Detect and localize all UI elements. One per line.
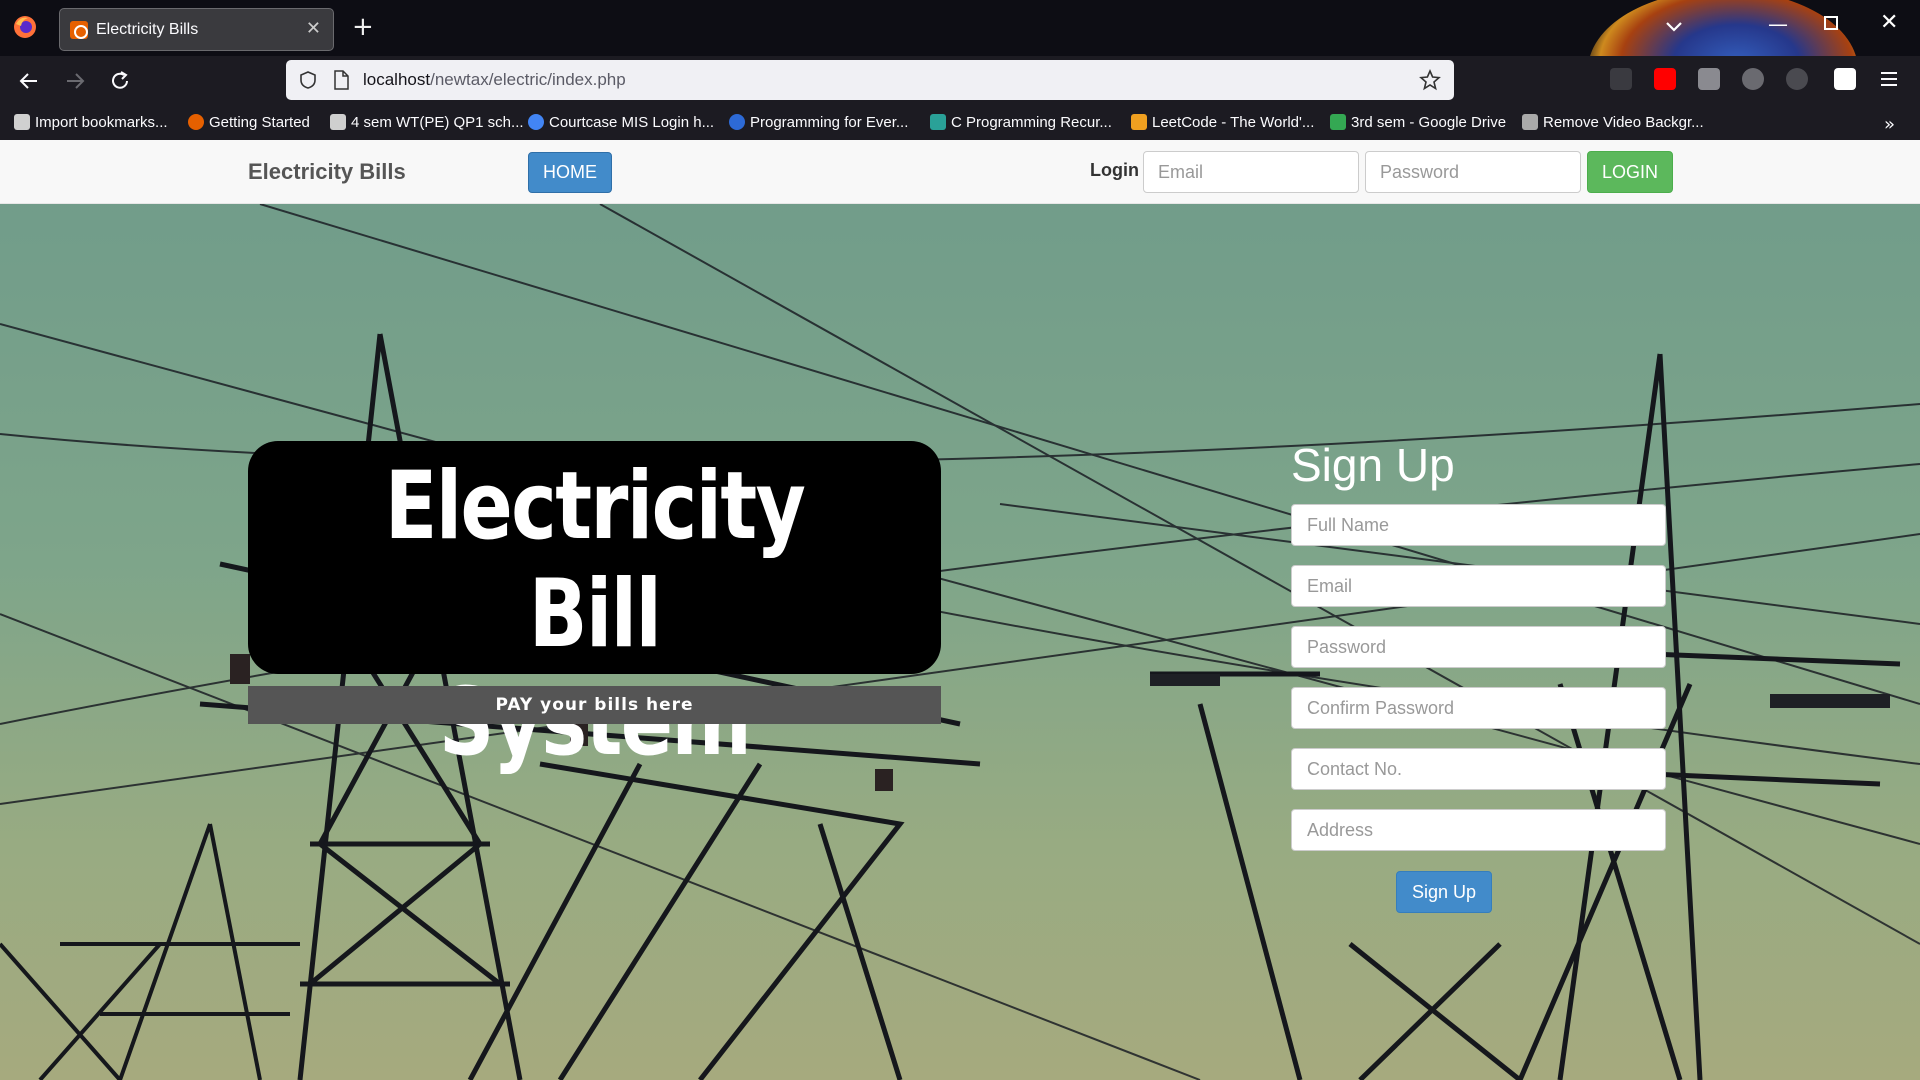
bookmark-item[interactable]: Programming for Ever... (729, 114, 908, 131)
firefox-menu-icon[interactable] (12, 14, 38, 40)
leetcode-icon (1131, 114, 1147, 130)
hero-subtitle: PAY your bills here (248, 686, 941, 724)
c-icon (729, 114, 745, 130)
bookmark-item[interactable]: Import bookmarks... (14, 114, 168, 131)
window-restore-button[interactable] (1824, 16, 1838, 30)
video-icon (1522, 114, 1538, 130)
confirm-password-input[interactable] (1291, 687, 1666, 729)
hamburger-menu-icon[interactable] (1878, 68, 1900, 90)
bookmark-item[interactable]: Getting Started (188, 114, 310, 131)
window-close-button[interactable]: ✕ (1880, 10, 1898, 35)
site-brand[interactable]: Electricity Bills (248, 159, 406, 185)
forward-arrow-icon[interactable] (62, 68, 88, 94)
signup-password-input[interactable] (1291, 626, 1666, 668)
wikipedia-extension-icon[interactable] (1742, 68, 1764, 90)
bookmark-item[interactable]: C Programming Recur... (930, 114, 1112, 131)
extension-icon[interactable] (1786, 68, 1808, 90)
bookmark-star-icon[interactable] (1418, 68, 1442, 92)
page-info-icon[interactable] (332, 70, 350, 90)
bookmark-item[interactable]: Courtcase MIS Login h... (528, 114, 714, 131)
back-arrow-icon[interactable] (16, 68, 42, 94)
site-navbar: Electricity Bills HOME Login LOGIN (0, 140, 1920, 204)
hero-title-box: Electricity Bill System (248, 441, 941, 777)
login-button[interactable]: LOGIN (1587, 151, 1673, 193)
s-extension-icon[interactable] (1834, 68, 1856, 90)
signup-email-input[interactable] (1291, 565, 1666, 607)
bookmark-item[interactable]: 3rd sem - Google Drive (1330, 114, 1506, 131)
more-bookmarks-icon[interactable]: » (1884, 114, 1895, 135)
url-bar[interactable]: localhost/newtax/electric/index.php (286, 60, 1454, 100)
web-page: Electricity Bills HOME Login LOGIN Elect… (0, 140, 1920, 1080)
home-button[interactable]: HOME (528, 152, 612, 193)
browser-tab-active[interactable]: Electricity Bills ✕ (59, 8, 334, 51)
signup-button[interactable]: Sign Up (1396, 871, 1492, 913)
bookmark-item[interactable]: LeetCode - The World'... (1131, 114, 1314, 131)
login-password-input[interactable] (1365, 151, 1581, 193)
xampp-favicon-icon (70, 21, 88, 39)
new-tab-icon[interactable]: + (352, 12, 374, 42)
full-name-input[interactable] (1291, 504, 1666, 546)
tab-title: Electricity Bills (96, 21, 199, 38)
contact-number-input[interactable] (1291, 748, 1666, 790)
extension-icon[interactable] (1698, 68, 1720, 90)
hero-title-line-1: Electricity Bill (384, 452, 806, 669)
firefox-icon (188, 114, 204, 130)
signup-title: Sign Up (1291, 439, 1455, 491)
document-icon (330, 114, 346, 130)
bookmarks-toolbar: Import bookmarks... Getting Started 4 se… (0, 106, 1920, 140)
hero-title: Electricity Bill System (310, 453, 878, 777)
reload-icon[interactable] (107, 68, 133, 94)
list-all-tabs-icon[interactable] (1662, 14, 1686, 38)
tracking-protection-shield-icon[interactable] (298, 70, 318, 90)
url-text[interactable]: localhost/newtax/electric/index.php (363, 70, 626, 90)
address-input[interactable] (1291, 809, 1666, 851)
import-icon (14, 114, 30, 130)
pocket-icon[interactable] (1610, 68, 1632, 90)
site-icon (930, 114, 946, 130)
google-drive-icon (1330, 114, 1346, 130)
tab-close-icon[interactable]: ✕ (306, 18, 321, 39)
browser-tab-strip: Electricity Bills ✕ + — ✕ (0, 0, 1920, 150)
youtube-extension-icon[interactable] (1654, 68, 1676, 90)
login-label: Login (1090, 160, 1139, 180)
bookmark-item[interactable]: 4 sem WT(PE) QP1 sch... (330, 114, 524, 131)
window-minimize-button[interactable]: — (1768, 12, 1788, 36)
login-email-input[interactable] (1143, 151, 1359, 193)
bookmark-item[interactable]: Remove Video Backgr... (1522, 114, 1704, 131)
google-icon (528, 114, 544, 130)
